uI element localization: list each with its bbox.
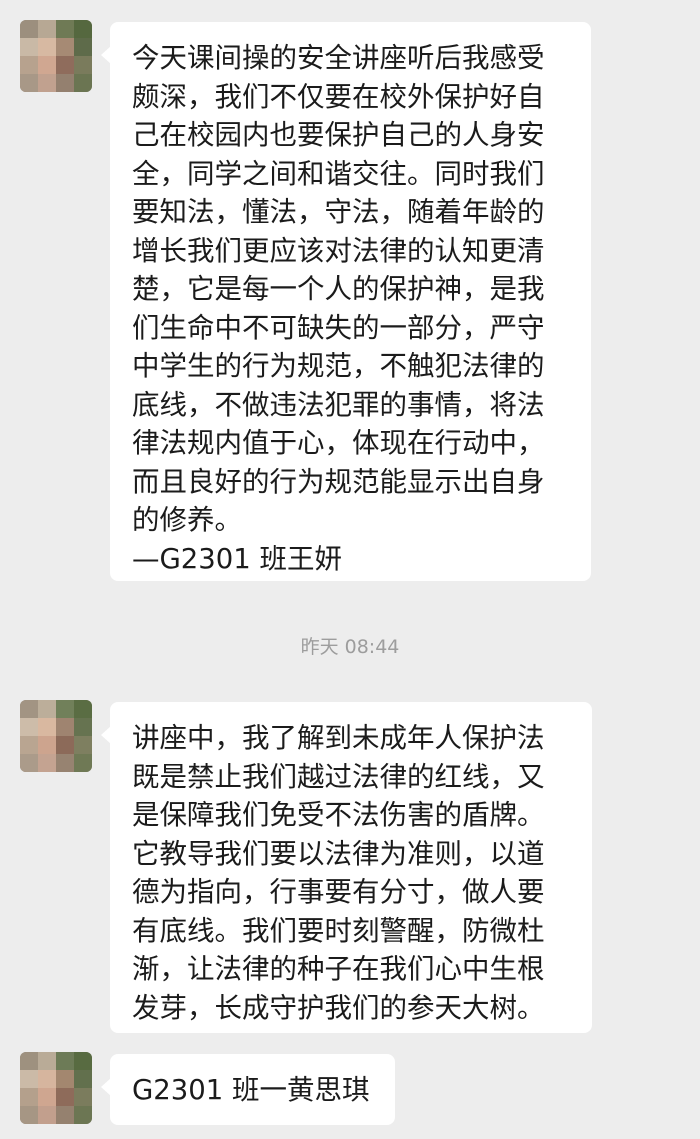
message-bubble[interactable]: 今天课间操的安全讲座听后我感受 颇深，我们不仅要在校外保护好自 己在校园内也要保… [101, 22, 591, 581]
sender-avatar[interactable] [20, 700, 92, 772]
message-timestamp: 昨天 08:44 [300, 636, 400, 658]
sender-avatar[interactable] [20, 20, 92, 92]
message-bubble[interactable]: G2301 班一黄思琪 [101, 1054, 395, 1125]
sender-avatar[interactable] [20, 1052, 92, 1124]
message-bubble[interactable]: 讲座中，我了解到未成年人保护法 既是禁止我们越过法律的红线，又 是保障我们免受不… [101, 702, 592, 1033]
